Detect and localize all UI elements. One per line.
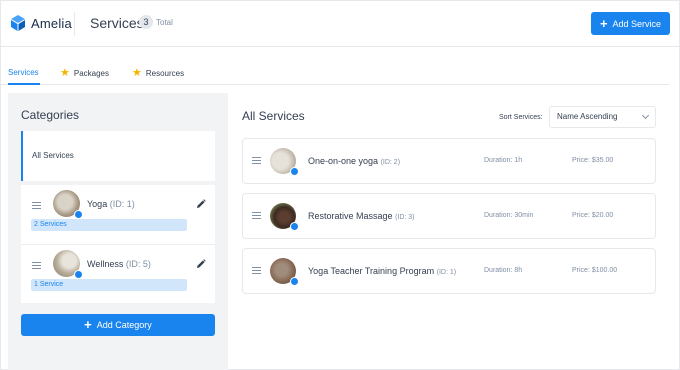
service-price: Price: $35.00 (572, 157, 614, 164)
sort-services-select[interactable]: Name Ascending (549, 106, 656, 128)
category-name-text: Yoga (87, 199, 108, 209)
add-service-label: Add Service (612, 18, 662, 29)
service-card[interactable]: Yoga Teacher Training Program (ID: 1) Du… (242, 248, 656, 294)
service-id: (ID: 2) (380, 159, 401, 166)
service-duration: Duration: 1h (484, 157, 523, 164)
category-services-count: 2 Services (31, 219, 187, 231)
color-dot (74, 270, 83, 279)
service-card[interactable]: One-on-one yoga (ID: 2) Duration: 1h Pri… (242, 138, 656, 184)
tab-services[interactable]: Services (8, 68, 39, 77)
service-avatar (270, 258, 299, 286)
tab-packages-label: Packages (73, 69, 110, 78)
services-count-badge: 3 (139, 15, 153, 29)
category-id: (ID: 5) (125, 259, 151, 269)
service-duration: Duration: 8h (484, 267, 523, 274)
pencil-icon[interactable] (196, 259, 206, 269)
category-item-wellness[interactable]: Wellness (ID: 5) 1 Service (21, 244, 215, 303)
add-category-label: Add Category (96, 320, 152, 330)
service-id: (ID: 1) (436, 269, 457, 276)
category-id: (ID: 1) (109, 199, 135, 209)
total-label: Total (156, 18, 173, 27)
drag-handle-icon[interactable] (32, 202, 41, 209)
drag-handle-icon[interactable] (252, 267, 261, 274)
tab-bar: Services ★ Packages ★ Resources (1, 60, 669, 85)
category-avatar (53, 250, 83, 279)
active-tab-indicator (8, 83, 40, 85)
sort-label: Sort Services: (499, 114, 543, 121)
category-services-count: 1 Service (31, 279, 187, 291)
service-card[interactable]: Restorative Massage (ID: 3) Duration: 30… (242, 193, 656, 239)
drag-handle-icon[interactable] (32, 262, 41, 269)
drag-handle-icon[interactable] (252, 157, 261, 164)
tab-packages[interactable]: ★ Packages (60, 68, 109, 79)
top-header: Amelia Services 3 Total + Add Service (1, 1, 679, 47)
category-name: Wellness (ID: 5) (87, 259, 151, 269)
service-name-text: Yoga Teacher Training Program (308, 266, 435, 276)
tab-resources-label: Resources (145, 69, 185, 78)
add-service-button[interactable]: + Add Service (591, 12, 670, 35)
service-price: Price: $20.00 (572, 212, 614, 219)
color-dot (290, 167, 299, 176)
category-avatar (53, 190, 83, 219)
service-id: (ID: 3) (395, 214, 415, 221)
amelia-logo-icon (11, 15, 25, 31)
star-icon: ★ (132, 67, 142, 79)
chevron-down-icon (641, 111, 650, 120)
drag-handle-icon[interactable] (252, 212, 261, 219)
service-avatar (270, 148, 299, 176)
service-name: Restorative Massage (ID: 3) (308, 211, 415, 221)
header-divider (74, 12, 75, 36)
page-title: Services (90, 15, 144, 31)
brand-name: Amelia (31, 16, 72, 31)
service-price: Price: $100.00 (572, 267, 618, 274)
color-dot (74, 210, 83, 219)
services-list-title: All Services (242, 109, 305, 123)
color-dot (290, 222, 299, 231)
star-icon: ★ (60, 67, 70, 79)
category-all-services[interactable]: All Services (21, 131, 215, 181)
pencil-icon[interactable] (196, 199, 206, 209)
service-avatar (270, 203, 299, 231)
category-item-yoga[interactable]: Yoga (ID: 1) 2 Services (21, 185, 215, 244)
service-name-text: Restorative Massage (308, 211, 393, 221)
categories-title: Categories (21, 108, 80, 122)
plus-icon: + (599, 15, 608, 31)
tab-resources[interactable]: ★ Resources (132, 68, 184, 79)
service-name-text: One-on-one yoga (308, 156, 379, 166)
tab-services-label: Services (8, 68, 39, 77)
sort-value: Name Ascending (557, 112, 618, 121)
plus-icon: + (84, 317, 92, 332)
color-dot (290, 277, 299, 286)
category-name-text: Wellness (87, 259, 124, 269)
add-category-button[interactable]: + Add Category (21, 314, 215, 336)
service-duration: Duration: 30min (484, 212, 534, 219)
all-services-label: All Services (32, 151, 74, 160)
category-name: Yoga (ID: 1) (87, 199, 135, 209)
service-name: One-on-one yoga (ID: 2) (308, 156, 400, 166)
service-name: Yoga Teacher Training Program (ID: 1) (308, 266, 456, 276)
